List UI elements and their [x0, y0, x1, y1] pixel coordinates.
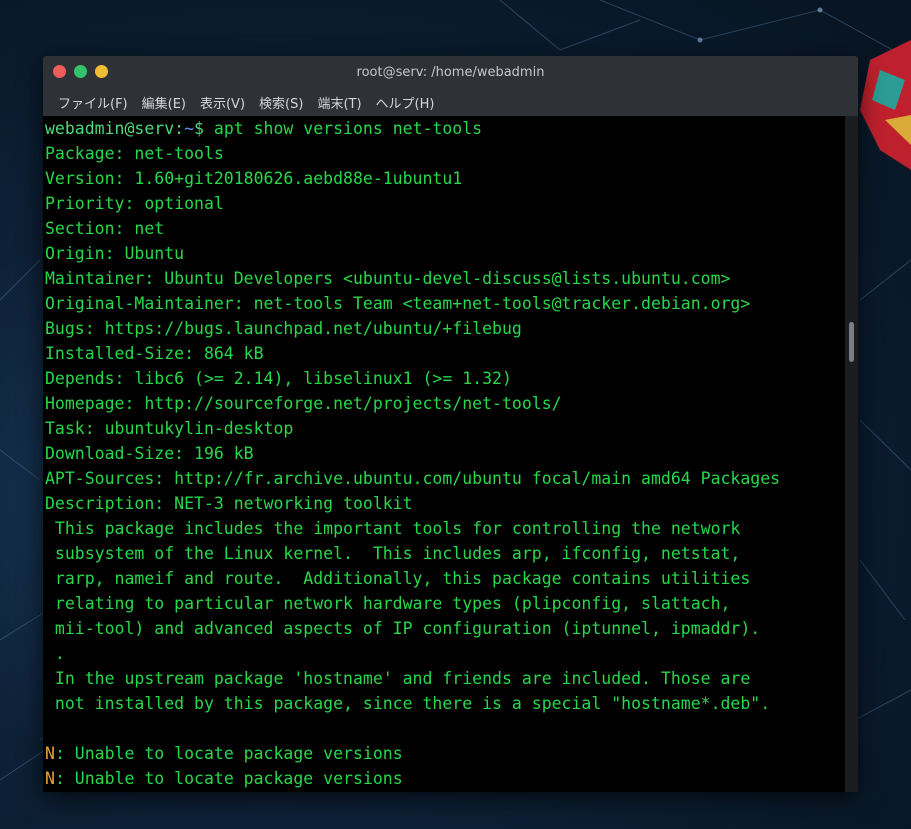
- notice-prefix: N: [45, 744, 55, 763]
- notice-line: N: Unable to locate package versions: [43, 766, 845, 791]
- menu-search[interactable]: 検索(S): [252, 93, 310, 112]
- output-line: Download-Size: 196 kB: [45, 444, 254, 463]
- output-line: Task: ubuntukylin-desktop: [45, 419, 294, 438]
- prompt-colon: :: [174, 119, 185, 138]
- scrollbar-thumb[interactable]: [849, 322, 854, 362]
- menu-terminal[interactable]: 端末(T): [310, 93, 368, 112]
- close-icon[interactable]: [53, 65, 66, 78]
- output-line: Depends: libc6 (>= 2.14), libselinux1 (>…: [45, 369, 512, 388]
- menu-help[interactable]: ヘルプ(H): [369, 93, 442, 112]
- terminal-output[interactable]: webadmin@serv:~$ apt show versions net-t…: [43, 116, 845, 792]
- output-line: Package: net-tools: [45, 144, 224, 163]
- notice-line: N: Unable to locate package versions: [43, 741, 845, 766]
- output-line: In the upstream package 'hostname' and f…: [45, 669, 751, 688]
- output-line: Maintainer: Ubuntu Developers <ubuntu-de…: [45, 269, 731, 288]
- output-line: Origin: Ubuntu: [45, 244, 185, 263]
- output-line: not installed by this package, since the…: [45, 694, 771, 713]
- notice-prefix: N: [45, 769, 55, 788]
- output-line: Priority: optional: [45, 194, 224, 213]
- output-line: subsystem of the Linux kernel. This incl…: [45, 544, 741, 563]
- minimize-icon[interactable]: [95, 65, 108, 78]
- prompt-user: webadmin@serv: [45, 119, 175, 138]
- output-line: relating to particular network hardware …: [45, 594, 731, 613]
- output-line: Homepage: http://sourceforge.net/project…: [45, 394, 562, 413]
- command-text: apt show versions net-tools: [213, 119, 483, 138]
- output-line: Original-Maintainer: net-tools Team <tea…: [45, 294, 751, 313]
- prompt-path: ~: [184, 119, 195, 138]
- terminal-window: root@serv: /home/webadmin ファイル(F) 編集(E) …: [43, 56, 858, 792]
- output-line: Section: net: [45, 219, 165, 238]
- menu-edit[interactable]: 編集(E): [135, 93, 193, 112]
- output-line: Description: NET-3 networking toolkit: [45, 494, 413, 513]
- output-line: APT-Sources: http://fr.archive.ubuntu.co…: [45, 469, 781, 488]
- vertical-scrollbar[interactable]: [845, 116, 858, 792]
- output-line: Bugs: https://bugs.launchpad.net/ubuntu/…: [45, 319, 522, 338]
- menu-bar: ファイル(F) 編集(E) 表示(V) 検索(S) 端末(T) ヘルプ(H): [43, 88, 858, 116]
- prompt-line: webadmin@serv:~$ apt show versions net-t…: [43, 116, 845, 141]
- menu-view[interactable]: 表示(V): [193, 93, 252, 112]
- notice-text: : Unable to locate package versions: [54, 744, 403, 763]
- output-line: Version: 1.60+git20180626.aebd88e-1ubunt…: [45, 169, 463, 188]
- menu-file[interactable]: ファイル(F): [51, 93, 135, 112]
- output-line: rarp, nameif and route. Additionally, th…: [45, 569, 751, 588]
- output-line: mii-tool) and advanced aspects of IP con…: [45, 619, 761, 638]
- title-bar[interactable]: root@serv: /home/webadmin: [43, 56, 858, 88]
- wallpaper-figure: [860, 40, 911, 170]
- window-controls: [53, 65, 108, 78]
- output-line: Installed-Size: 864 kB: [45, 344, 264, 363]
- output-line: This package includes the important tool…: [45, 519, 741, 538]
- output-line: .: [45, 644, 65, 663]
- window-title: root@serv: /home/webadmin: [356, 64, 545, 80]
- prompt-symbol: $: [194, 119, 214, 138]
- notice-text: : Unable to locate package versions: [54, 769, 403, 788]
- maximize-icon[interactable]: [74, 65, 87, 78]
